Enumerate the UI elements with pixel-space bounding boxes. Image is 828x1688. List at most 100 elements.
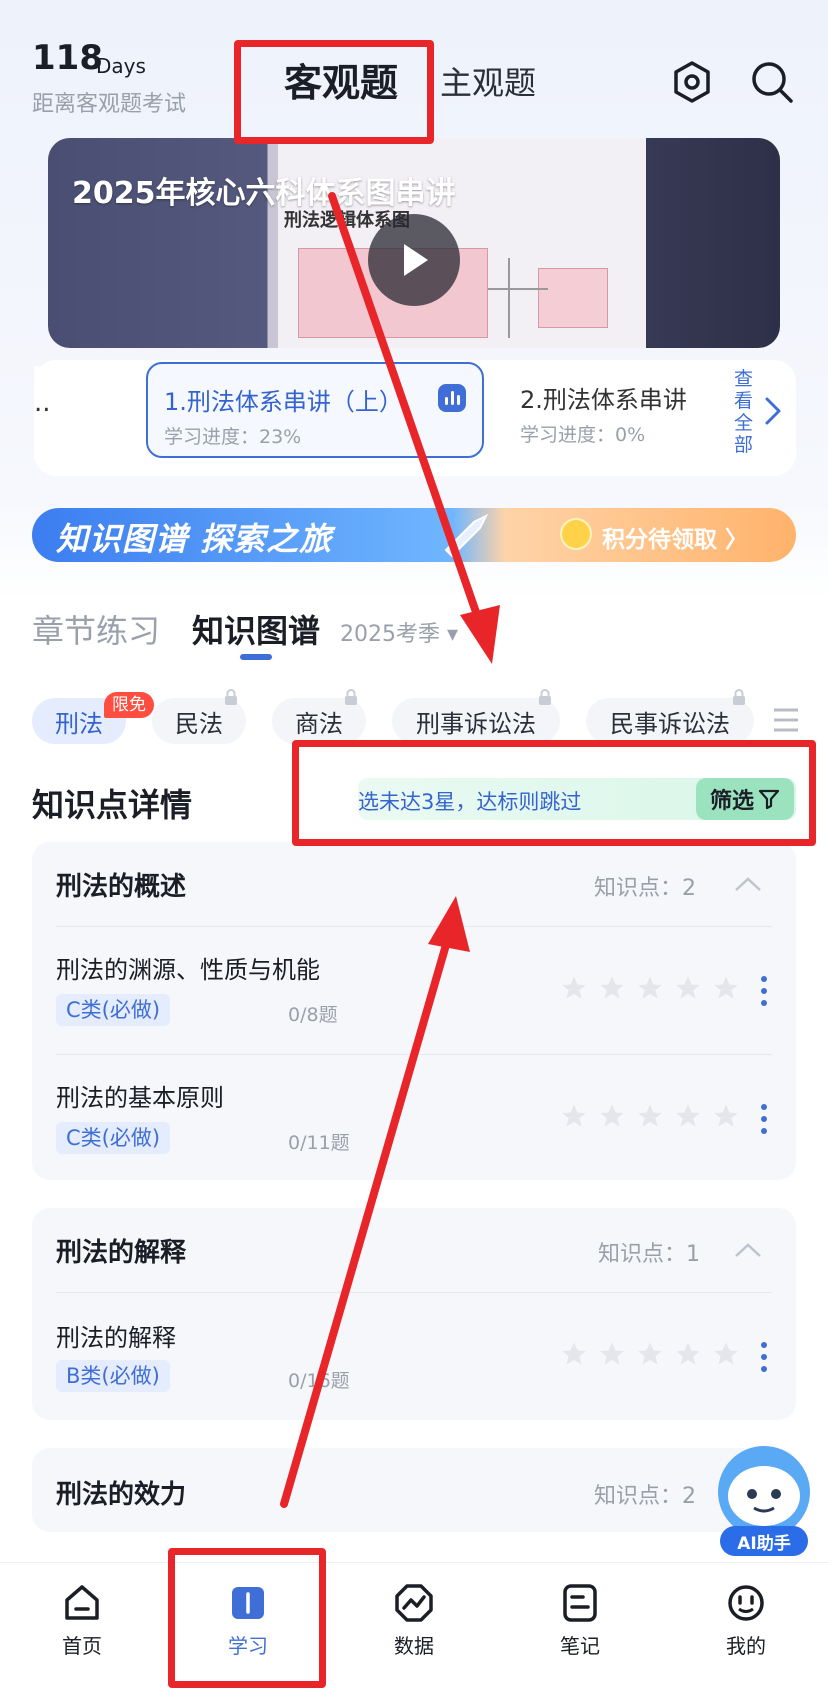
doc-diagram-line xyxy=(488,288,548,290)
season-selector[interactable]: 2025考季 ▾ xyxy=(340,616,458,648)
ai-assistant-label[interactable]: AI助手 xyxy=(720,1526,808,1556)
lesson-progress: 学习进度：23% xyxy=(164,426,302,448)
banner-title: 2025年核心六科体系图串讲 xyxy=(72,176,456,211)
subject-chip-label: 民法 xyxy=(175,709,223,738)
more-options-icon[interactable] xyxy=(760,976,768,1006)
settings-button[interactable] xyxy=(668,58,716,106)
home-icon xyxy=(65,1585,99,1620)
free-badge: 限免 xyxy=(104,692,154,718)
nav-data[interactable]: 数据 xyxy=(364,1582,464,1672)
lock-icon xyxy=(539,689,551,705)
group-count: 知识点：2 xyxy=(594,1484,696,1509)
knowledge-item-title[interactable]: 刑法的解释 xyxy=(56,1318,176,1353)
tab-chapter-practice[interactable]: 章节练习 xyxy=(32,606,160,652)
star-icon xyxy=(676,1342,700,1365)
knowledge-group: 刑法的效力 知识点：2 xyxy=(32,1448,796,1532)
subject-chip-criminal-procedure[interactable]: 刑事诉讼法 xyxy=(392,689,560,744)
star-icon xyxy=(676,1104,700,1127)
knowledge-item-title[interactable]: 刑法的基本原则 xyxy=(56,1078,224,1113)
subject-chip-label: 刑法 xyxy=(55,709,103,738)
nav-label: 笔记 xyxy=(560,1634,600,1658)
annotation-box-study-nav xyxy=(168,1548,326,1688)
coin-icon xyxy=(560,518,592,550)
question-count: 0/16题 xyxy=(288,1370,350,1392)
divider xyxy=(56,926,772,927)
question-count: 0/11题 xyxy=(288,1132,350,1154)
more-options-icon[interactable] xyxy=(760,1342,768,1372)
knowledge-group: 刑法的解释 知识点：1 刑法的解释 B类(必做) 0/16题 xyxy=(32,1208,796,1420)
star-rating xyxy=(560,974,740,1002)
lesson-card-prev[interactable]: .. xyxy=(34,366,132,460)
annotation-box-filter xyxy=(292,740,816,846)
play-icon xyxy=(404,244,428,276)
nav-profile[interactable]: 我的 xyxy=(696,1582,796,1672)
star-icon xyxy=(714,1104,738,1127)
star-icon xyxy=(600,1104,624,1127)
subject-chip-label: 刑事诉讼法 xyxy=(416,709,536,738)
category-tag: C类(必做) xyxy=(56,1122,171,1154)
star-icon xyxy=(638,976,662,999)
play-button[interactable] xyxy=(368,214,460,306)
chevron-up-icon[interactable] xyxy=(734,876,762,892)
star-icon xyxy=(676,976,700,999)
knowledge-details-title: 知识点详情 xyxy=(32,786,193,824)
knowledge-item-title[interactable]: 刑法的渊源、性质与机能 xyxy=(56,950,320,985)
lesson-card-next[interactable]: 2.刑法体系串讲 学习进度：0% xyxy=(500,362,712,458)
search-icon xyxy=(752,62,793,103)
tab-underline xyxy=(240,654,272,660)
search-button[interactable] xyxy=(748,58,796,106)
nav-notes[interactable]: 笔记 xyxy=(530,1582,630,1672)
lesson-card-active[interactable]: 1.刑法体系串讲（上） 学习进度：23% xyxy=(146,362,484,458)
tab-knowledge-graph[interactable]: 知识图谱 xyxy=(192,606,320,652)
star-icon xyxy=(600,1342,624,1365)
question-count: 0/8题 xyxy=(288,1004,338,1026)
group-title: 刑法的效力 xyxy=(56,1480,187,1510)
smiley-profile-icon xyxy=(728,1585,764,1621)
star-icon xyxy=(600,976,624,999)
star-icon xyxy=(714,1342,738,1365)
subject-chip-civil-law[interactable]: 民法 xyxy=(152,689,246,744)
nav-label: 我的 xyxy=(726,1634,766,1658)
chevron-up-icon[interactable] xyxy=(734,1242,762,1258)
days-countdown-number: 118 xyxy=(32,38,103,78)
star-icon xyxy=(638,1342,662,1365)
playing-bars-icon xyxy=(438,384,466,412)
rocket-icon xyxy=(444,513,489,558)
subject-chip-commercial-law[interactable]: 商法 xyxy=(272,689,366,744)
lock-icon xyxy=(225,689,237,705)
star-icon xyxy=(562,1104,586,1127)
group-count: 知识点：1 xyxy=(598,1242,700,1267)
lock-icon xyxy=(345,689,357,705)
divider xyxy=(56,1292,772,1293)
divider xyxy=(56,1054,772,1055)
annotation-box-objective-tab xyxy=(234,40,434,144)
group-title: 刑法的解释 xyxy=(56,1238,187,1268)
knowledge-group: 刑法的概述 知识点：2 刑法的渊源、性质与机能 C类(必做) 0/8题 刑法的基… xyxy=(32,842,796,1180)
tab-subjective[interactable]: 主观题 xyxy=(440,58,536,104)
nav-label: 首页 xyxy=(62,1634,102,1658)
group-count: 知识点：2 xyxy=(594,876,696,901)
days-countdown-unit: Days xyxy=(96,54,146,78)
lesson-title: 2.刑法体系串讲 xyxy=(520,386,687,414)
lock-icon xyxy=(733,689,745,705)
lesson-progress: 学习进度：0% xyxy=(520,424,646,446)
doc-diagram-block xyxy=(538,268,608,328)
more-options-icon[interactable] xyxy=(760,1104,768,1134)
menu-icon[interactable] xyxy=(772,706,800,734)
settings-hexagon-icon xyxy=(674,61,710,103)
star-rating xyxy=(560,1102,740,1130)
promo-right-text[interactable]: 积分待领取 〉 xyxy=(602,520,748,554)
star-icon xyxy=(638,1104,662,1127)
see-all-link[interactable]: 查看全部 xyxy=(734,368,756,456)
star-icon xyxy=(562,1342,586,1365)
nav-home[interactable]: 首页 xyxy=(32,1582,132,1672)
lesson-card-prev-label: .. xyxy=(34,388,51,418)
doc-diagram-line xyxy=(508,258,510,338)
star-icon xyxy=(562,976,586,999)
subject-chip-label: 民事诉讼法 xyxy=(610,709,730,738)
chevron-right-icon xyxy=(765,397,781,425)
category-tag: B类(必做) xyxy=(56,1360,170,1392)
chart-octagon-icon xyxy=(395,1584,433,1622)
days-countdown-caption: 距离客观题考试 xyxy=(32,92,187,117)
subject-chip-civil-procedure[interactable]: 民事诉讼法 xyxy=(586,689,754,744)
